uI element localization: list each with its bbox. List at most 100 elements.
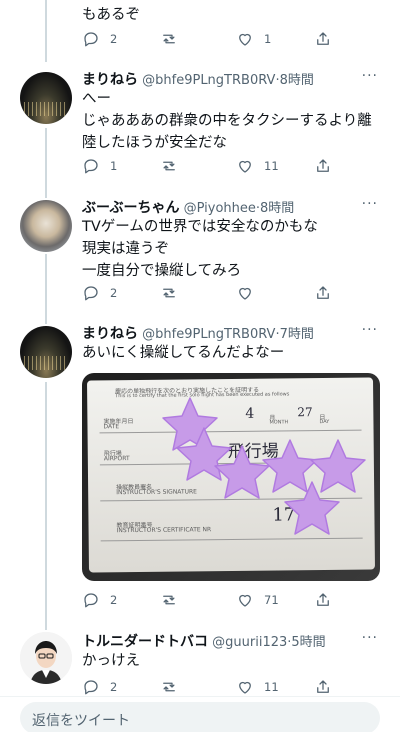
reply-icon [84,286,98,301]
tweet-actions: 2 71 [82,591,342,611]
retweet-icon [163,288,175,298]
reply-input[interactable]: 返信をツイート [20,702,380,732]
heart-icon [239,594,251,607]
tweet[interactable]: まりねら @bhfe9PLngTRB0RV·7時間 ··· あいにく操縦してるん… [0,320,400,616]
more-icon[interactable]: ··· [362,630,378,646]
tweet[interactable]: トルニダードトバコ @guurii123·5時間 ··· かっけえ 2 11 [0,628,400,698]
reply-button[interactable]: 2 [82,30,117,48]
retweet-button[interactable] [160,30,178,48]
tweet-text-line: 陸したほうが安全だな [82,135,227,151]
share-icon [317,286,329,299]
like-count: 11 [264,159,279,173]
tweet[interactable]: ぶーぶーちゃん @Piyohhee·8時間 ··· TVゲームの世界では安全なの… [0,194,400,314]
handwritten-month: 4 [245,405,255,422]
timestamp[interactable]: ·8時間 [256,201,294,216]
more-icon[interactable]: ··· [362,322,378,338]
star-sticker [284,481,340,535]
timestamp[interactable]: ·5時間 [287,635,325,650]
tweet-text: へー じゃあああの群衆の中をタクシーするより離 陸したほうが安全だな [82,88,388,154]
share-icon [317,159,329,172]
share-icon [317,593,329,606]
reply-button[interactable]: 1 [82,157,117,175]
avatar[interactable] [20,72,72,124]
retweet-button[interactable] [160,591,178,609]
handwritten-day: 27 [297,405,313,420]
user-handle[interactable]: @bhfe9PLngTRB0RV [142,327,275,342]
tweet-text: かっけえ [82,650,388,672]
certificate-text: MONTH [269,419,289,426]
share-button[interactable] [314,30,332,48]
tweet-actions: 2 1 [82,30,342,50]
share-button[interactable] [314,157,332,175]
reply-icon [84,159,98,174]
tweet-text-line: あいにく操縦してるんだよなー [82,345,285,361]
share-button[interactable] [314,284,332,302]
retweet-icon [163,34,175,44]
reply-button[interactable]: 2 [82,678,117,696]
display-name[interactable]: ぶーぶーちゃん [82,200,179,216]
share-button[interactable] [314,678,332,696]
tweet-header: トルニダードトバコ @guurii123·5時間 [82,631,326,651]
user-handle[interactable]: @guurii123 [212,635,287,650]
reply-icon [84,32,98,47]
reply-count: 2 [110,680,118,694]
user-handle[interactable]: @Piyohhee [184,201,256,216]
reply-button[interactable]: 2 [82,591,117,609]
timestamp[interactable]: ·8時間 [275,73,313,88]
retweet-button[interactable] [160,157,178,175]
reply-count: 2 [110,593,118,607]
user-handle[interactable]: @bhfe9PLngTRB0RV [142,73,275,88]
tweet-text: TVゲームの世界では安全なのかもな 現実は違うぞ 一度自分で操縦してみろ [82,216,388,282]
tweet-text-line: もあるぞ [82,7,140,23]
tweet[interactable]: まりねら @bhfe9PLngTRB0RV·8時間 ··· へー じゃあああの群… [0,66,400,186]
share-icon [317,680,329,693]
tweet-actions: 2 11 [82,678,342,698]
tweet-text-line: 現実は違うぞ [82,241,169,257]
heart-icon [239,681,251,694]
avatar[interactable] [20,200,72,252]
tweet-media-image[interactable]: 慶応の単独飛行を次のとおり実施したことを証明する This is to cert… [82,373,380,581]
retweet-button[interactable] [160,678,178,696]
avatar[interactable] [20,326,72,378]
reply-button[interactable]: 2 [82,284,117,302]
share-button[interactable] [314,591,332,609]
like-count: 11 [264,680,279,694]
like-button[interactable] [236,284,254,302]
avatar[interactable] [20,632,72,684]
tweet-text-line: じゃあああの群衆の中をタクシーするより離 [82,113,372,129]
more-icon[interactable]: ··· [362,68,378,84]
like-button[interactable]: 1 [236,30,271,48]
timestamp[interactable]: ·7時間 [275,327,313,342]
retweet-icon [163,682,175,692]
certificate-text: INSTRUCTOR'S SIGNATURE [116,488,197,497]
heart-icon [239,33,251,46]
tweet-text: あいにく操縦してるんだよなー [82,342,388,364]
certificate-text: DAY [319,418,330,426]
heart-icon [239,160,251,173]
display-name[interactable]: まりねら [82,326,138,342]
certificate-text: INSTRUCTOR'S CERTIFICATE NR [116,526,212,535]
reply-count: 2 [110,32,118,46]
retweet-button[interactable] [160,284,178,302]
more-icon[interactable]: ··· [362,196,378,212]
reply-count: 1 [110,159,118,173]
certificate-text: AIRPORT [103,455,130,463]
display-name[interactable]: トルニダードトバコ [82,634,208,650]
like-button[interactable]: 11 [236,678,279,696]
reply-placeholder: 返信をツイート [32,713,130,729]
tweet-text-line: かっけえ [82,653,140,669]
retweet-icon [163,595,175,605]
display-name[interactable]: まりねら [82,72,138,88]
like-button[interactable]: 11 [236,157,279,175]
tweet-actions: 1 11 [82,157,342,177]
heart-icon [239,287,251,300]
certificate-text: DATE [103,423,120,431]
reply-count: 2 [110,286,118,300]
like-count: 1 [264,32,272,46]
tweet[interactable]: もあるぞ 2 1 [0,0,400,60]
share-icon [317,32,329,45]
tweet-text-line: 一度自分で操縦してみろ [82,263,242,279]
like-button[interactable]: 71 [236,591,279,609]
tweet-header: まりねら @bhfe9PLngTRB0RV·7時間 [82,323,314,343]
reply-icon [84,680,98,695]
